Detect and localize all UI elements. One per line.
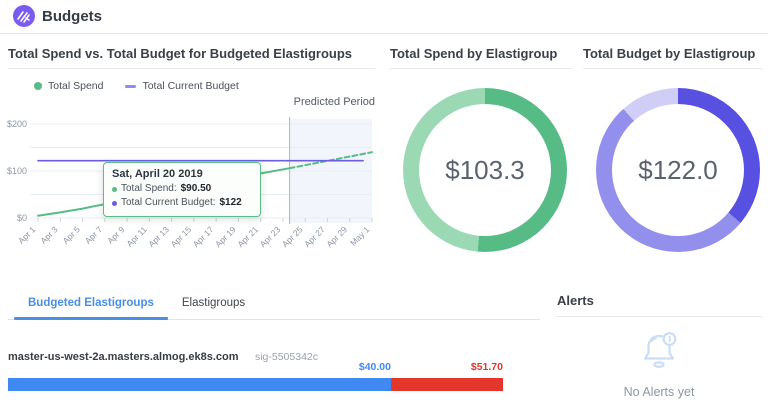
svg-text:Apr 7: Apr 7 [83, 224, 105, 246]
budget-amount-label: $40.00 [359, 361, 391, 373]
overspend-bar-segment [391, 378, 503, 391]
elastigroup-name[interactable]: master-us-west-2a.masters.almog.ek8s.com [8, 351, 239, 363]
divider [556, 316, 762, 317]
budget-panel-title: Total Budget by Elastigroup [583, 46, 755, 61]
tooltip-label: Total Current Budget: [121, 196, 216, 210]
svg-text:Apr 5: Apr 5 [61, 224, 83, 246]
total-spend-amount-label: $51.70 [471, 361, 503, 373]
legend-label: Total Current Budget [142, 80, 238, 92]
svg-text:Apr 27: Apr 27 [302, 224, 327, 249]
tooltip-row-spend: Total Spend: $90.50 [112, 182, 252, 196]
chart-tooltip: Sat, April 20 2019 Total Spend: $90.50 T… [103, 162, 261, 217]
svg-text:$100: $100 [7, 166, 27, 176]
svg-text:Apr 3: Apr 3 [38, 224, 60, 246]
tooltip-row-budget: Total Current Budget: $122 [112, 196, 252, 210]
spend-panel-title: Total Spend by Elastigroup [390, 46, 557, 61]
tab-budgeted-elastigroups[interactable]: Budgeted Elastigroups [14, 289, 168, 319]
total-spend-value: $103.3 [445, 155, 525, 186]
svg-text:Apr 25: Apr 25 [280, 224, 305, 249]
chart-panel-title: Total Spend vs. Total Budget for Budgete… [8, 46, 352, 61]
total-budget-panel: Total Budget by Elastigroup $122.0 [583, 40, 762, 280]
total-spend-donut-chart[interactable]: $103.3 [403, 88, 567, 252]
legend-total-current-budget[interactable]: Total Current Budget [125, 80, 238, 92]
donut-hole: $103.3 [419, 104, 551, 236]
bullet-icon [112, 201, 117, 206]
tooltip-value: $122 [220, 196, 242, 210]
tab-elastigroups[interactable]: Elastigroups [168, 289, 259, 319]
bullet-icon [112, 187, 117, 192]
elastigroups-section: Budgeted Elastigroups Elastigroups maste… [8, 285, 540, 405]
page-header: Budgets [0, 0, 768, 34]
svg-text:Apr 17: Apr 17 [191, 224, 216, 249]
svg-text:May 1: May 1 [348, 224, 372, 248]
svg-text:Apr 19: Apr 19 [213, 224, 238, 249]
alerts-panel: Alerts No Alerts yet [556, 285, 762, 410]
tabs-bar: Budgeted Elastigroups Elastigroups [8, 289, 540, 320]
divider [390, 68, 572, 69]
spend-progress-bar [8, 378, 503, 391]
svg-text:Apr 15: Apr 15 [168, 224, 193, 249]
alerts-title: Alerts [557, 293, 594, 308]
donut-hole: $122.0 [612, 104, 744, 236]
legend-dash-icon [125, 85, 136, 88]
budget-bar-segment [8, 378, 391, 391]
chart-legend: Total Spend Total Current Budget [34, 80, 239, 92]
svg-text:Apr 29: Apr 29 [324, 224, 349, 249]
divider [583, 68, 762, 69]
elastigroup-sig-id: sig-5505342c [255, 351, 318, 363]
no-alerts-text: No Alerts yet [556, 385, 762, 399]
svg-text:Apr 9: Apr 9 [105, 224, 127, 246]
total-budget-value: $122.0 [638, 155, 718, 186]
svg-text:Apr 13: Apr 13 [146, 224, 171, 249]
page-title: Budgets [42, 8, 102, 25]
bell-icon [636, 327, 682, 373]
tooltip-label: Total Spend: [121, 182, 177, 196]
svg-text:$0: $0 [17, 213, 27, 223]
svg-text:Apr 23: Apr 23 [258, 224, 283, 249]
budgets-page: Budgets Total Spend vs. Total Budget for… [0, 0, 768, 414]
elastigroup-row: master-us-west-2a.masters.almog.ek8s.com… [8, 347, 540, 365]
tooltip-date: Sat, April 20 2019 [112, 168, 252, 180]
predicted-period-label: Predicted Period [255, 96, 375, 108]
svg-text:Apr 1: Apr 1 [16, 224, 38, 246]
legend-label: Total Spend [48, 80, 103, 92]
svg-text:Apr 21: Apr 21 [235, 224, 260, 249]
total-budget-donut-chart[interactable]: $122.0 [596, 88, 760, 252]
spotinst-logo-icon[interactable] [13, 5, 35, 27]
legend-total-spend[interactable]: Total Spend [34, 80, 103, 92]
legend-dot-icon [34, 82, 42, 90]
divider [8, 68, 375, 69]
svg-text:$200: $200 [7, 119, 27, 129]
total-spend-panel: Total Spend by Elastigroup $103.3 [390, 40, 572, 280]
tooltip-value: $90.50 [181, 182, 212, 196]
svg-text:Apr 11: Apr 11 [124, 224, 149, 249]
spend-vs-budget-panel: Total Spend vs. Total Budget for Budgete… [0, 40, 383, 280]
